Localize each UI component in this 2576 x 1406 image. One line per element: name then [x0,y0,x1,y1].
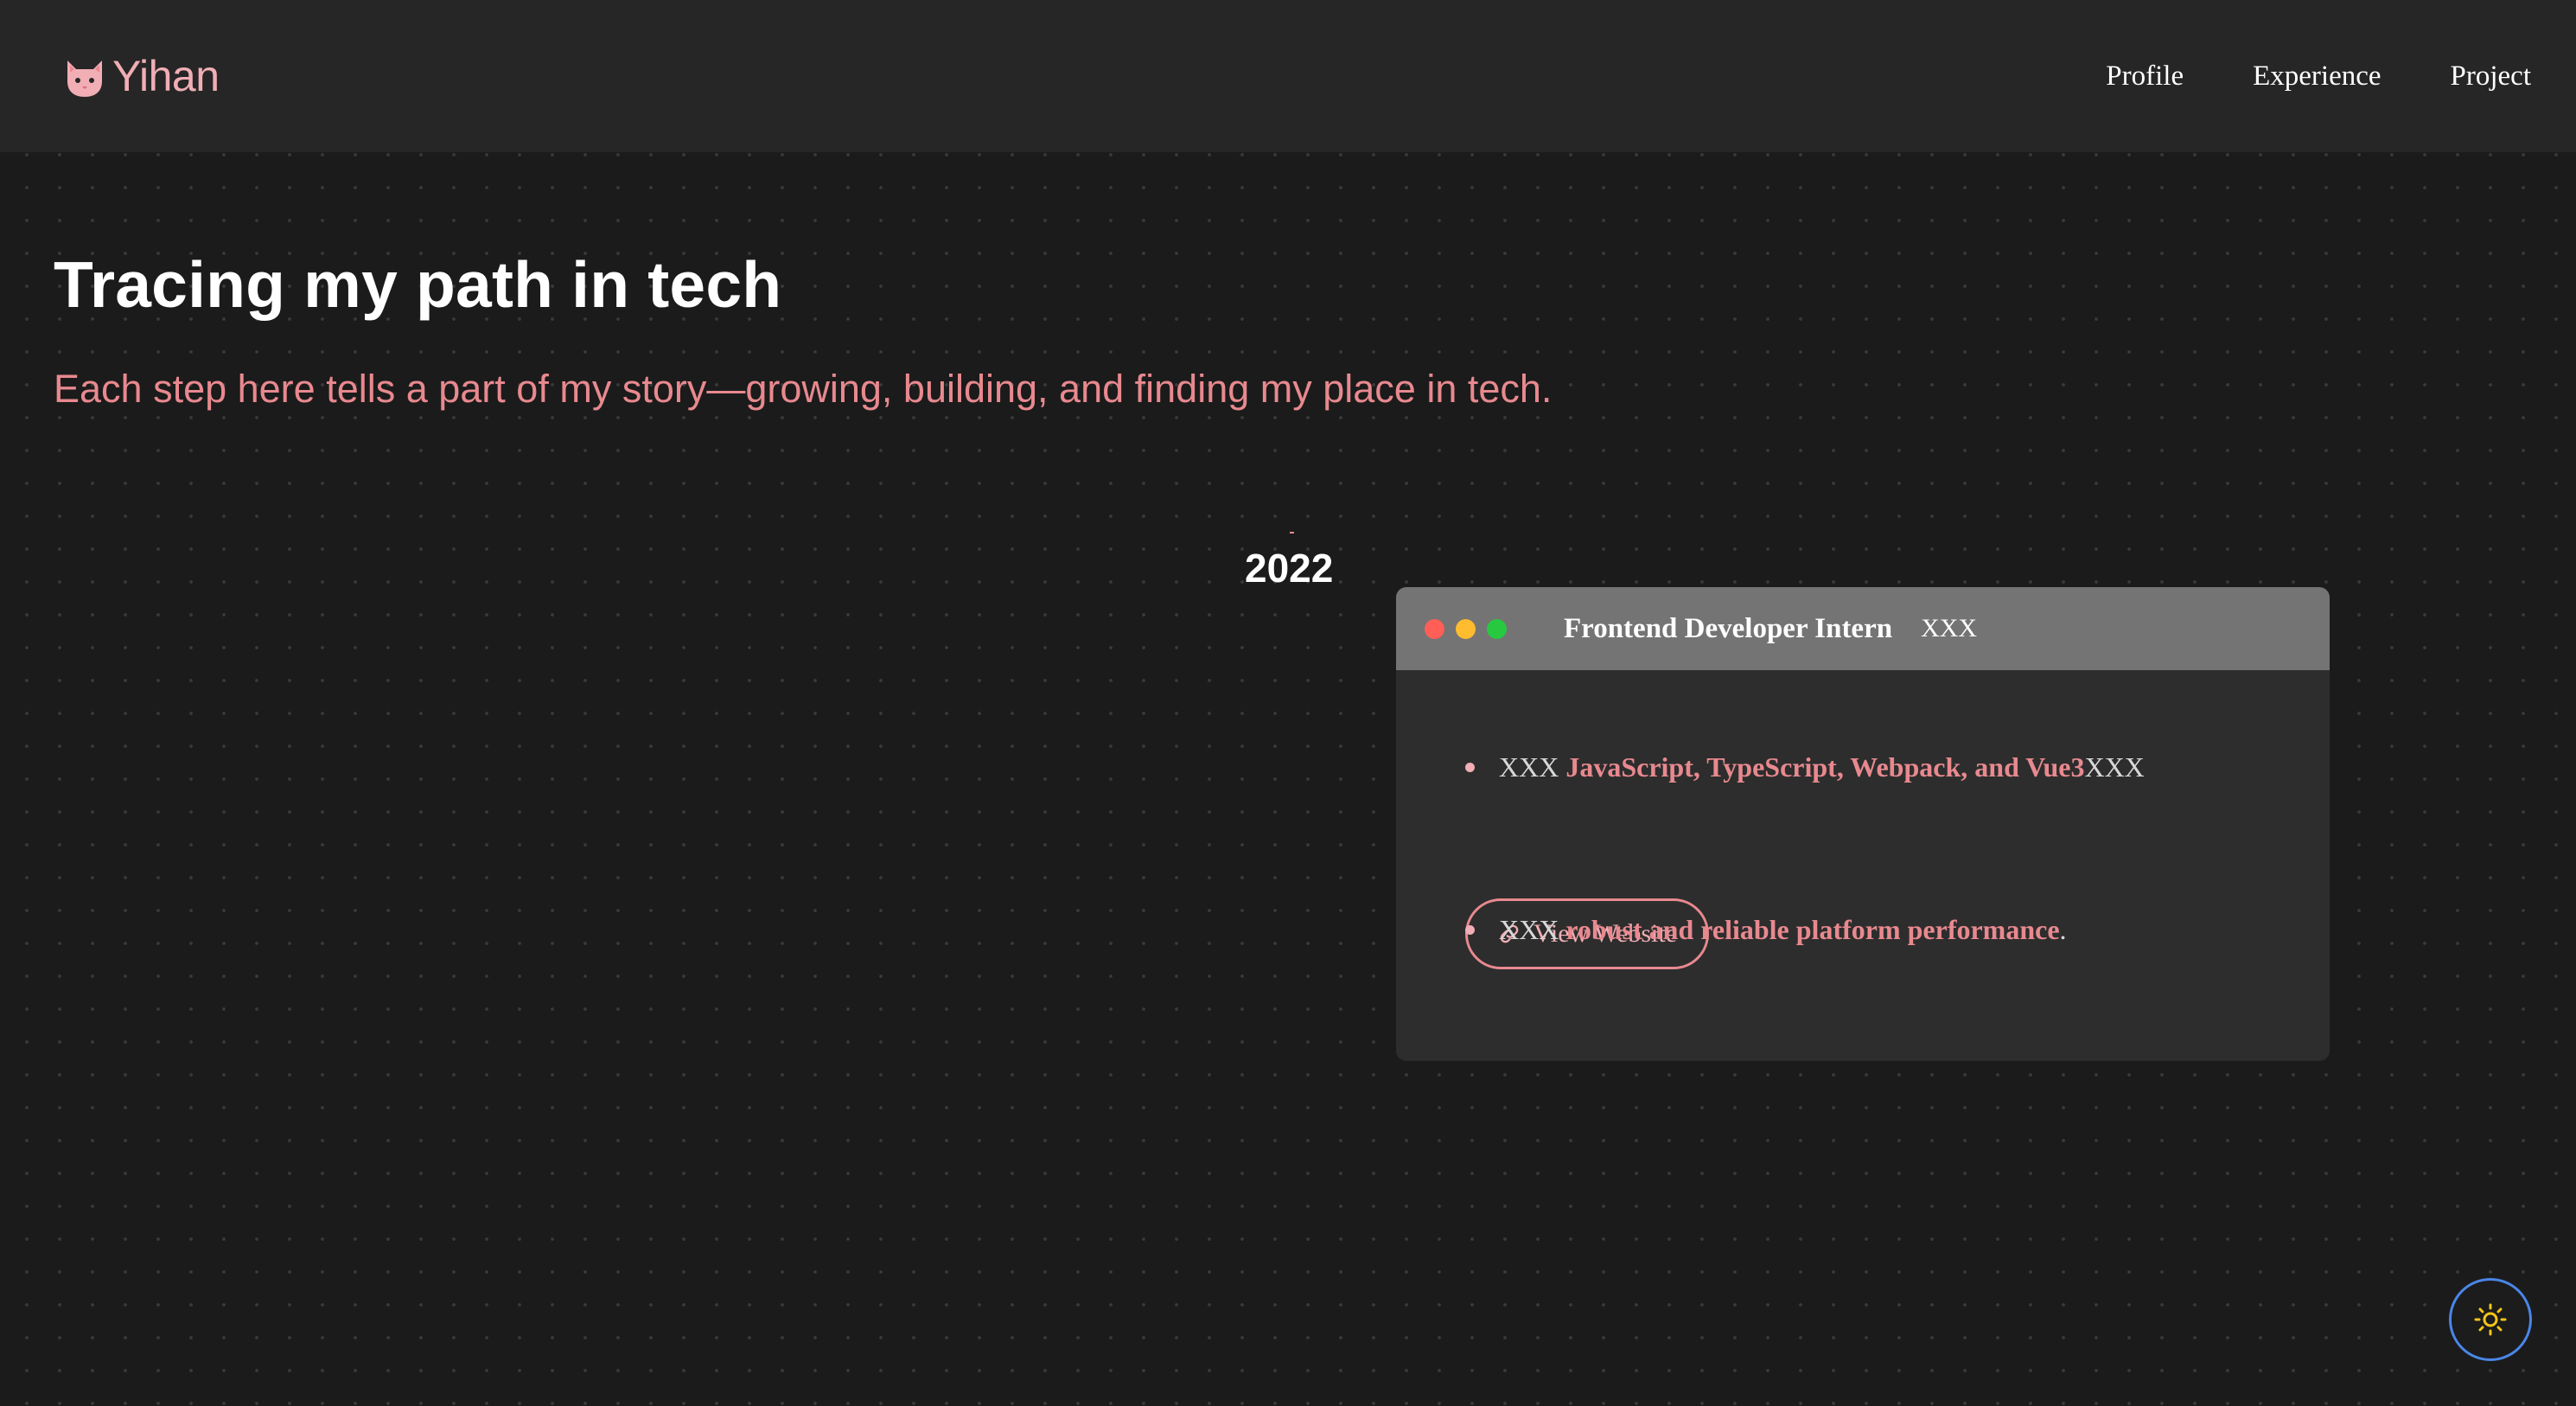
brand-logo[interactable]: Yihan [61,51,220,101]
nav-project-link[interactable]: Project [2451,61,2531,93]
card-header: Frontend Developer Intern XXX [1396,587,2330,670]
page-subtitle: Each step here tells a part of my story—… [54,367,1553,411]
bullet-highlight: JavaScript, TypeScript, Webpack, and Vue… [1565,751,2085,783]
job-title: Frontend Developer Intern [1564,612,1893,644]
navbar: Yihan Profile Experience Project [0,0,2576,152]
sun-icon [2474,1303,2507,1336]
close-dot-icon [1425,618,1444,639]
bullet-highlight: robust and reliable platform performance [1565,914,2060,945]
main-nav: Profile Experience Project [2106,61,2531,93]
nav-profile-link[interactable]: Profile [2106,61,2184,93]
bullet-prefix: XXX [1499,751,1559,783]
minimize-dot-icon [1456,618,1476,639]
list-item: XXX robust and reliable platform perform… [1465,914,2067,946]
bullet-icon [1465,925,1475,935]
experience-card: Frontend Developer Intern XXX XXX JavaSc… [1396,587,2330,1061]
bullet-prefix: XXX [1499,914,1559,945]
page-title: Tracing my path in tech [54,248,782,321]
maximize-dot-icon [1487,618,1507,639]
nav-experience-link[interactable]: Experience [2253,61,2381,93]
list-item: XXX JavaScript, TypeScript, Webpack, and… [1465,751,2145,783]
theme-toggle-button[interactable] [2449,1278,2532,1361]
cat-face-icon [67,61,102,97]
timeline-marker [1290,532,1294,534]
company-name: XXX [1921,614,1978,642]
bullet-suffix: . [2059,914,2067,945]
window-controls [1425,618,1507,639]
timeline-year: 2022 [1245,546,1334,591]
brand-name: Yihan [112,52,220,100]
bullet-suffix: XXX [2084,751,2145,783]
bullet-icon [1465,763,1475,772]
